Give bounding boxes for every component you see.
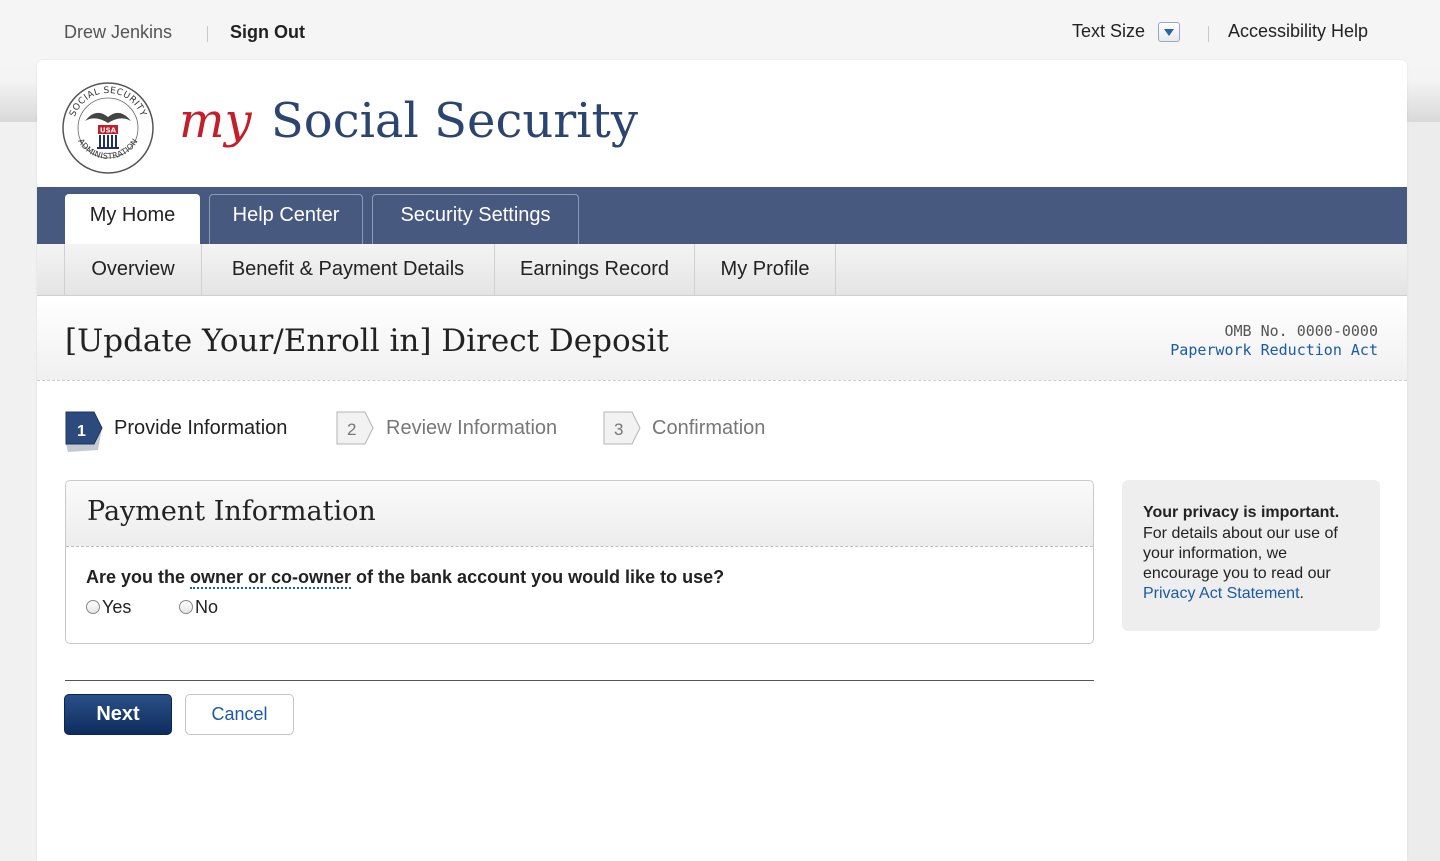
question-text-after: of the bank account you would like to us… [351, 567, 725, 587]
sign-out-link[interactable]: Sign Out [230, 22, 305, 43]
privacy-act-statement-link[interactable]: Privacy Act Statement [1143, 585, 1300, 602]
site-brand-title[interactable]: my Social Security [179, 93, 638, 149]
step-3-label: Confirmation [652, 417, 766, 439]
panel-title: Payment Information [87, 496, 376, 527]
subnav-overview[interactable]: Overview [64, 244, 201, 295]
radio-yes-circle[interactable] [86, 600, 100, 614]
svg-text:1: 1 [77, 423, 86, 440]
divider [1208, 26, 1209, 42]
tab-help-center[interactable]: Help Center [209, 194, 363, 244]
question-text-before: Are you the [86, 567, 191, 587]
subnav-my-profile[interactable]: My Profile [694, 244, 836, 295]
primary-nav: My Home Help Center Security Settings [37, 187, 1407, 244]
page-title: [Update Your/Enroll in] Direct Deposit [65, 323, 669, 359]
ssa-seal-icon: SOCIAL SECURITY ADMINISTRATION USA [62, 82, 154, 174]
payment-information-panel: Payment Information Are you the owner or… [65, 480, 1094, 644]
svg-text:3: 3 [614, 420, 623, 439]
paperwork-reduction-act-link[interactable]: Paperwork Reduction Act [1170, 341, 1378, 359]
divider [207, 26, 208, 42]
text-size-dropdown-button[interactable] [1158, 22, 1180, 42]
svg-text:2: 2 [347, 420, 356, 439]
omb-number: OMB No. 0000-0000 [1224, 322, 1378, 340]
accessibility-help-link[interactable]: Accessibility Help [1228, 21, 1368, 42]
page-gutter-right [1407, 122, 1440, 861]
ssa-seal-logo[interactable]: SOCIAL SECURITY ADMINISTRATION USA [61, 81, 155, 175]
ownership-question: Are you the owner or co-owner of the ban… [86, 567, 725, 589]
tab-my-home[interactable]: My Home [65, 194, 200, 244]
next-button[interactable]: Next [64, 694, 172, 735]
brand-name: Social Security [270, 93, 638, 149]
tab-security-settings[interactable]: Security Settings [372, 194, 579, 244]
cancel-button[interactable]: Cancel [185, 694, 294, 735]
step-1-label: Provide Information [114, 417, 288, 439]
subnav-earnings-record[interactable]: Earnings Record [494, 244, 694, 295]
brand-my: my [179, 93, 252, 149]
page-header: [Update Your/Enroll in] Direct Deposit O… [37, 296, 1407, 381]
radio-yes[interactable]: Yes [86, 597, 131, 618]
actions-divider [65, 680, 1094, 681]
privacy-body-end: . [1299, 585, 1304, 602]
privacy-notice: Your privacy is important. For details a… [1122, 480, 1380, 631]
step-1-badge-icon: 1 [65, 411, 103, 452]
user-name: Drew Jenkins [64, 22, 173, 42]
step-2-badge-icon: 2 [336, 411, 374, 445]
svg-text:USA: USA [100, 127, 117, 135]
privacy-body: For details about our use of your inform… [1143, 524, 1365, 604]
radio-yes-label: Yes [102, 597, 132, 617]
page-gutter-left [0, 122, 37, 861]
utility-bar: Drew Jenkins Sign Out Text Size Accessib… [0, 21, 1440, 45]
panel-header: Payment Information [66, 481, 1093, 547]
subnav-benefit-payment-details[interactable]: Benefit & Payment Details [201, 244, 494, 295]
step-3-badge-icon: 3 [603, 411, 641, 445]
main-card: SOCIAL SECURITY ADMINISTRATION USA my So… [37, 60, 1407, 861]
privacy-heading: Your privacy is important. [1143, 504, 1340, 521]
text-size-label: Text Size [1072, 21, 1146, 41]
radio-no-label: No [195, 597, 219, 617]
secondary-nav: Overview Benefit & Payment Details Earni… [37, 244, 1407, 296]
radio-no-circle[interactable] [179, 600, 193, 614]
owner-term-help-link[interactable]: owner or co-owner [190, 567, 352, 589]
radio-no[interactable]: No [179, 597, 218, 618]
privacy-body-text: For details about our use of your inform… [1143, 525, 1338, 582]
caret-down-icon [1164, 29, 1174, 36]
step-2-label: Review Information [386, 417, 558, 439]
